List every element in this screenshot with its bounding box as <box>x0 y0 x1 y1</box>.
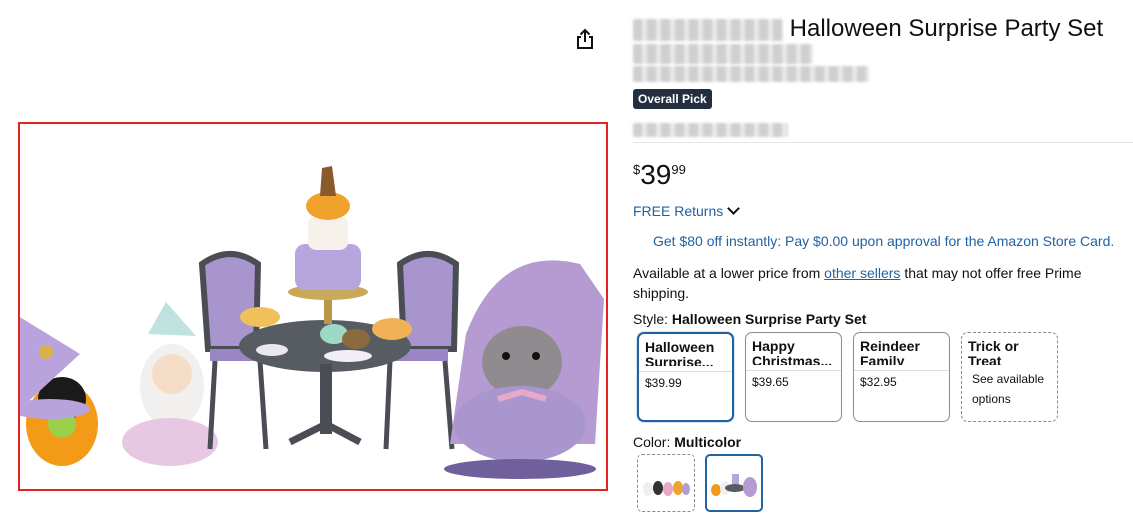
style-option-name: Happy Christmas... <box>752 338 833 366</box>
color-label-text: Color: <box>633 434 671 450</box>
price-symbol: $ <box>633 162 641 177</box>
color-selected-value: Multicolor <box>674 434 742 450</box>
style-option-name: Trick or Treat Parade <box>968 338 1019 366</box>
redacted-rating[interactable] <box>633 66 869 82</box>
style-label-text: Style: <box>633 311 669 327</box>
style-option-price: $32.95 <box>860 375 897 389</box>
product-photo <box>20 166 604 479</box>
style-option-name: Halloween Surprise... <box>645 339 715 367</box>
style-option-availability: See available options <box>972 372 1045 406</box>
redacted-brand-link[interactable] <box>633 44 813 64</box>
price-whole: 39 <box>640 159 672 190</box>
free-returns-label: FREE Returns <box>633 203 724 219</box>
redacted-brand-title <box>633 18 783 41</box>
price-fraction: 99 <box>671 162 686 177</box>
product-title-text: Halloween Surprise Party Set <box>789 15 1104 42</box>
overall-pick-badge: Overall Pick <box>633 89 712 109</box>
color-thumbnail-image <box>711 474 757 497</box>
product-title: Halloween Surprise Party Set <box>633 14 1103 44</box>
other-sellers-link[interactable]: other sellers <box>824 265 900 281</box>
product-main-image[interactable] <box>18 122 608 491</box>
style-option-halloween[interactable]: Halloween Surprise... $39.99 <box>637 332 734 422</box>
lower-price-prefix: Available at a lower price from <box>633 265 825 281</box>
store-card-promo-link[interactable]: Get $80 off instantly: Pay $0.00 upon ap… <box>653 233 1114 249</box>
style-option-price: $39.65 <box>752 375 789 389</box>
divider <box>633 142 1133 143</box>
style-option-price: $39.99 <box>645 376 682 390</box>
color-thumbnail-image <box>643 481 690 496</box>
chevron-down-icon <box>727 202 741 215</box>
free-returns-link[interactable]: FREE Returns <box>633 202 741 219</box>
style-option-reindeer[interactable]: Reindeer Family $32.95 <box>853 332 950 422</box>
color-label: Color: Multicolor <box>633 434 741 450</box>
color-option-thumbnail-1[interactable] <box>637 454 695 512</box>
lower-price-notice: Available at a lower price from other se… <box>633 263 1103 303</box>
style-option-trick-or-treat[interactable]: Trick or Treat Parade See available opti… <box>961 332 1058 422</box>
style-option-name: Reindeer Family <box>860 338 920 366</box>
style-selected-value: Halloween Surprise Party Set <box>671 311 867 327</box>
price: $3999 <box>633 158 686 192</box>
share-icon <box>577 28 593 49</box>
redacted-sales-info <box>633 123 788 137</box>
style-option-christmas[interactable]: Happy Christmas... $39.65 <box>745 332 842 422</box>
color-option-thumbnail-2[interactable] <box>705 454 763 512</box>
share-button[interactable] <box>574 28 596 50</box>
style-label: Style: Halloween Surprise Party Set <box>633 311 866 327</box>
